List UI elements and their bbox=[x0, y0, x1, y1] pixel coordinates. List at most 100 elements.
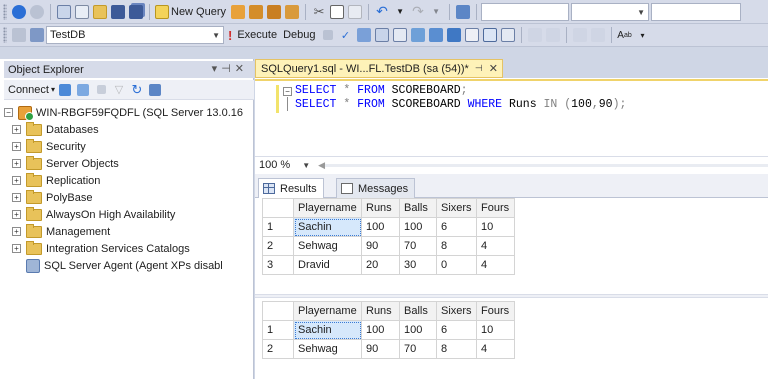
connect-icon[interactable] bbox=[11, 26, 27, 44]
table-cell[interactable]: 8 bbox=[436, 339, 477, 359]
tree-node-sql-server-agent[interactable]: SQL Server Agent (Agent XPs disabl bbox=[4, 257, 254, 274]
results-grid-1[interactable]: Playername Runs Balls Sixers Fours 1 Sac… bbox=[262, 198, 515, 275]
row-number[interactable]: 1 bbox=[262, 217, 294, 237]
column-header[interactable]: Sixers bbox=[436, 198, 477, 218]
results-splitter[interactable] bbox=[255, 294, 768, 298]
column-header[interactable]: Fours bbox=[476, 198, 515, 218]
collapse-icon[interactable]: − bbox=[283, 87, 292, 96]
redo-icon[interactable]: ↷ bbox=[410, 3, 426, 21]
decrease-indent-icon[interactable] bbox=[572, 26, 588, 44]
object-explorer-title-bar[interactable]: Object Explorer ▾⊣✕ bbox=[4, 61, 254, 78]
new-project-icon[interactable] bbox=[56, 3, 72, 21]
table-cell[interactable]: 0 bbox=[436, 255, 477, 275]
forward-icon[interactable] bbox=[29, 3, 45, 21]
table-cell[interactable]: 4 bbox=[476, 255, 515, 275]
table-cell[interactable]: Sehwag bbox=[293, 339, 362, 359]
table-cell[interactable]: 4 bbox=[476, 236, 515, 256]
chevron-down-icon[interactable]: ▼ bbox=[302, 161, 310, 170]
cut-icon[interactable]: ✂ bbox=[311, 3, 327, 21]
row-number-header[interactable] bbox=[262, 301, 294, 321]
row-number[interactable]: 2 bbox=[262, 236, 294, 256]
table-cell[interactable]: Sachin bbox=[293, 217, 362, 237]
close-icon[interactable]: ✕ bbox=[235, 63, 248, 75]
analysis-services-mdx-query-icon[interactable] bbox=[248, 3, 264, 21]
tree-node-management[interactable]: + Management bbox=[4, 223, 254, 240]
cancel-query-icon[interactable] bbox=[320, 26, 336, 44]
filter-icon[interactable]: ▽ bbox=[111, 81, 127, 99]
table-row[interactable]: 2 Sehwag 90 70 8 4 bbox=[262, 339, 515, 359]
column-header[interactable]: Fours bbox=[476, 301, 515, 321]
tree-node-replication[interactable]: + Replication bbox=[4, 172, 254, 189]
undo-icon[interactable]: ↶ bbox=[374, 3, 390, 21]
save-icon[interactable] bbox=[110, 3, 126, 21]
toolbar-grip[interactable] bbox=[3, 27, 7, 43]
row-number[interactable]: 1 bbox=[262, 320, 294, 340]
tab-results[interactable]: Results bbox=[258, 178, 324, 198]
specify-template-values-icon[interactable]: Aab bbox=[617, 26, 633, 44]
results-to-text-icon[interactable] bbox=[464, 26, 480, 44]
dropdown-arrow-icon[interactable]: ▼ bbox=[392, 3, 408, 21]
intellisense-icon[interactable] bbox=[392, 26, 408, 44]
search-combo[interactable]: ▼ bbox=[571, 2, 650, 21]
pin-icon[interactable]: ⊣ bbox=[221, 63, 235, 75]
toolbar-grip[interactable] bbox=[3, 3, 7, 20]
add-item-icon[interactable] bbox=[74, 3, 90, 21]
column-header[interactable]: Playername bbox=[293, 301, 362, 321]
table-cell[interactable]: 8 bbox=[436, 236, 477, 256]
table-cell[interactable]: 100 bbox=[399, 320, 437, 340]
table-cell[interactable]: 4 bbox=[476, 339, 515, 359]
row-number-header[interactable] bbox=[262, 198, 294, 218]
comment-out-icon[interactable] bbox=[527, 26, 543, 44]
table-cell[interactable]: 6 bbox=[436, 217, 477, 237]
query-options-icon[interactable] bbox=[374, 26, 390, 44]
parse-icon[interactable]: ✓ bbox=[338, 26, 354, 44]
expand-icon[interactable]: + bbox=[12, 159, 21, 168]
quick-launch-combo[interactable] bbox=[651, 2, 742, 21]
find-combo[interactable] bbox=[481, 2, 570, 21]
table-cell[interactable]: Sehwag bbox=[293, 236, 362, 256]
code-line-1[interactable]: SELECT * FROM SCOREBOARD; bbox=[295, 84, 468, 97]
code-line-2[interactable]: SELECT * FROM SCOREBOARD WHERE Runs IN (… bbox=[295, 98, 626, 111]
tree-node-integration-services[interactable]: + Integration Services Catalogs bbox=[4, 240, 254, 257]
table-cell[interactable]: 10 bbox=[476, 320, 515, 340]
results-grid-2[interactable]: Playername Runs Balls Sixers Fours 1 Sac… bbox=[262, 301, 515, 359]
copy-icon[interactable] bbox=[329, 3, 345, 21]
results-to-grid-icon[interactable] bbox=[482, 26, 498, 44]
activity-monitor-icon[interactable] bbox=[147, 81, 163, 99]
tab-sqlquery1[interactable]: SQLQuery1.sql - WI...FL.TestDB (sa (54))… bbox=[255, 59, 503, 78]
column-header[interactable]: Balls bbox=[399, 301, 437, 321]
table-cell[interactable]: 100 bbox=[361, 320, 400, 340]
dropdown-arrow-icon[interactable]: ▼ bbox=[428, 3, 444, 21]
table-cell[interactable]: 100 bbox=[361, 217, 400, 237]
table-cell[interactable]: 10 bbox=[476, 217, 515, 237]
paste-icon[interactable] bbox=[347, 3, 363, 21]
results-to-file-icon[interactable] bbox=[500, 26, 516, 44]
refresh-icon[interactable]: ↻ bbox=[129, 81, 145, 99]
expand-icon[interactable]: + bbox=[12, 210, 21, 219]
collapse-icon[interactable]: − bbox=[4, 108, 13, 117]
table-cell[interactable]: Dravid bbox=[293, 255, 362, 275]
query-editor[interactable]: − SELECT * FROM SCOREBOARD; SELECT * FRO… bbox=[255, 79, 768, 155]
uncomment-icon[interactable] bbox=[545, 26, 561, 44]
table-cell[interactable]: 6 bbox=[436, 320, 477, 340]
horizontal-scrollbar[interactable] bbox=[325, 164, 768, 167]
table-cell[interactable]: 70 bbox=[399, 339, 437, 359]
tree-node-server[interactable]: − WIN-RBGF59FQDFL (SQL Server 13.0.16 bbox=[4, 104, 254, 121]
new-query-button[interactable]: New Query bbox=[155, 3, 228, 21]
analysis-services-xmla-query-icon[interactable] bbox=[284, 3, 300, 21]
debug-button[interactable]: Debug bbox=[281, 26, 317, 44]
expand-icon[interactable]: + bbox=[12, 244, 21, 253]
connect-button[interactable]: Connect ▾ bbox=[8, 81, 55, 99]
tree-node-server-objects[interactable]: + Server Objects bbox=[4, 155, 254, 172]
scroll-left-icon[interactable]: ◀ bbox=[318, 160, 325, 171]
display-estimated-plan-icon[interactable] bbox=[356, 26, 372, 44]
database-select[interactable]: TestDB ▼ bbox=[46, 26, 224, 44]
expand-icon[interactable]: + bbox=[12, 227, 21, 236]
expand-icon[interactable]: + bbox=[12, 142, 21, 151]
table-cell[interactable]: 90 bbox=[361, 339, 400, 359]
tree-node-security[interactable]: + Security bbox=[4, 138, 254, 155]
include-actual-plan-icon[interactable] bbox=[410, 26, 426, 44]
zoom-level[interactable]: 100 % bbox=[259, 159, 290, 171]
open-file-icon[interactable] bbox=[92, 3, 108, 21]
pin-icon[interactable]: ⊣ bbox=[475, 63, 483, 74]
